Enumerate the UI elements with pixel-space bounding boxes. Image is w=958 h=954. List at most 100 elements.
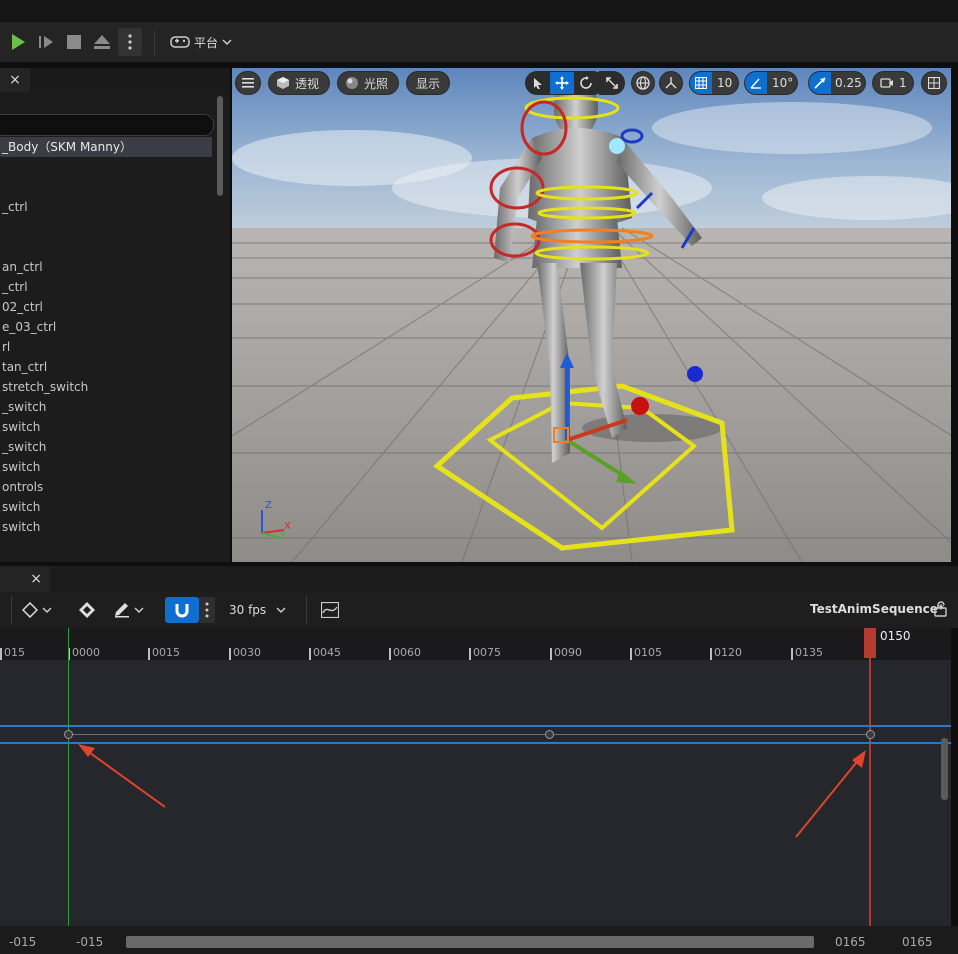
camera-speed-button[interactable]: 1 bbox=[873, 72, 913, 94]
curve-editor-button[interactable] bbox=[320, 600, 340, 620]
ruler-tick-label: 0135 bbox=[795, 646, 823, 659]
grid-snap-button[interactable]: 10 bbox=[690, 72, 738, 94]
grid-snap-value: 10 bbox=[717, 76, 733, 90]
eject-button[interactable] bbox=[90, 28, 114, 56]
scale-tool-button[interactable] bbox=[600, 72, 624, 94]
angle-snap-value: 10° bbox=[772, 76, 794, 90]
snap-toggle-button[interactable] bbox=[165, 597, 199, 623]
play-button[interactable] bbox=[6, 28, 30, 56]
platform-label: 平台 bbox=[194, 35, 219, 50]
outliner-item[interactable] bbox=[0, 157, 212, 177]
key-button[interactable] bbox=[22, 600, 58, 620]
ruler-tick-label: 0105 bbox=[634, 646, 662, 659]
ruler-tick bbox=[0, 648, 2, 660]
range-end-inner[interactable]: 0165 bbox=[835, 935, 866, 949]
scale-icon bbox=[606, 77, 618, 89]
outliner-item[interactable]: switch bbox=[0, 417, 212, 437]
angle-snap-button[interactable]: 10° bbox=[745, 72, 797, 94]
fps-dropdown[interactable]: 30 fps bbox=[229, 601, 286, 619]
outliner-item[interactable]: an_ctrl bbox=[0, 257, 212, 277]
outliner-item[interactable]: tan_ctrl bbox=[0, 357, 212, 377]
world-space-button[interactable] bbox=[632, 72, 654, 94]
viewport-scene bbox=[232, 68, 951, 562]
viewport-layout-button[interactable] bbox=[922, 72, 946, 94]
ruler-tick bbox=[229, 648, 231, 660]
ruler-tick bbox=[630, 648, 632, 660]
chevron-down-icon bbox=[134, 607, 144, 614]
outliner-item[interactable]: ontrols bbox=[0, 477, 212, 497]
lighting-label: 光照 bbox=[364, 76, 389, 91]
outliner-item[interactable]: _ctrl bbox=[0, 277, 212, 297]
track-scrollbar[interactable] bbox=[941, 738, 948, 800]
outliner-item[interactable]: switch bbox=[0, 517, 212, 537]
select-tool-button[interactable] bbox=[526, 72, 550, 94]
translate-tool-button[interactable] bbox=[550, 72, 574, 94]
perspective-button[interactable]: 透视 bbox=[269, 72, 329, 94]
outliner-item[interactable]: _switch bbox=[0, 437, 212, 457]
surface-snap-icon bbox=[665, 77, 677, 89]
cursor-icon bbox=[534, 77, 542, 89]
outliner-item[interactable]: e_03_ctrl bbox=[0, 317, 212, 337]
auto-key-button[interactable] bbox=[77, 600, 97, 620]
axis-z-label: Z bbox=[265, 500, 272, 511]
outliner-item[interactable]: _switch bbox=[0, 397, 212, 417]
ruler-tick-label: 0075 bbox=[473, 646, 501, 659]
outliner-close-button[interactable]: × bbox=[0, 68, 30, 92]
fps-label: 30 fps bbox=[229, 603, 267, 617]
outliner-list: _Body（SKM Manny） _ctrl an_ctrl _ctrl 02_ctrl… bbox=[0, 137, 212, 537]
range-end-outer[interactable]: 0165 bbox=[902, 935, 933, 949]
outliner-scrollbar[interactable] bbox=[217, 96, 223, 196]
auto-key-icon bbox=[79, 602, 95, 618]
sequencer-tabbar bbox=[0, 566, 958, 592]
stop-button[interactable] bbox=[62, 28, 86, 56]
outliner-item[interactable]: switch bbox=[0, 457, 212, 477]
playhead-frame-label: 0150 bbox=[880, 629, 911, 643]
outliner-item[interactable]: _Body（SKM Manny） bbox=[0, 137, 212, 157]
rotate-icon bbox=[580, 76, 592, 89]
title-strip bbox=[0, 0, 958, 22]
gamepad-icon bbox=[170, 36, 190, 48]
outliner-search-input[interactable] bbox=[0, 114, 214, 136]
outliner-item[interactable]: rl bbox=[0, 337, 212, 357]
platform-dropdown[interactable]: 平台 bbox=[170, 28, 240, 56]
outliner-item[interactable]: stretch_switch bbox=[0, 377, 212, 397]
snap-options-button[interactable] bbox=[199, 597, 215, 623]
viewport-menu-button[interactable] bbox=[236, 72, 260, 94]
diamond-key-icon bbox=[22, 602, 38, 618]
lock-button[interactable] bbox=[934, 601, 950, 619]
range-start-outer[interactable]: -015 bbox=[9, 935, 36, 949]
outliner-item[interactable] bbox=[0, 177, 212, 197]
edit-mode-button[interactable] bbox=[113, 600, 151, 620]
outliner-item[interactable]: 02_ctrl bbox=[0, 297, 212, 317]
sequence-name: TestAnimSequence* bbox=[810, 602, 945, 616]
step-button[interactable] bbox=[34, 28, 58, 56]
angle-icon bbox=[750, 78, 761, 89]
sphere-icon bbox=[346, 77, 358, 89]
outliner-item[interactable] bbox=[0, 237, 212, 257]
toolbar-divider bbox=[306, 596, 307, 624]
more-vertical-icon bbox=[205, 602, 209, 618]
show-button[interactable]: 显示 bbox=[407, 72, 449, 94]
ruler-tick-label: 0045 bbox=[313, 646, 341, 659]
play-options-button[interactable] bbox=[118, 28, 142, 56]
more-vertical-icon bbox=[128, 34, 132, 50]
axis-y-label: Y bbox=[280, 531, 286, 541]
outliner-item[interactable] bbox=[0, 217, 212, 237]
outliner-item[interactable]: switch bbox=[0, 497, 212, 517]
surface-snap-button[interactable] bbox=[660, 72, 682, 94]
rotate-tool-button[interactable] bbox=[574, 72, 598, 94]
outliner-item[interactable]: _ctrl bbox=[0, 197, 212, 217]
level-viewport[interactable]: Z X Y 透视 光照 显示 10 10° 0.25 1 bbox=[232, 68, 951, 562]
lighting-button[interactable]: 光照 bbox=[338, 72, 398, 94]
sequencer-close-button[interactable]: × bbox=[0, 566, 50, 592]
range-start-inner[interactable]: -015 bbox=[76, 935, 103, 949]
stop-icon bbox=[67, 35, 81, 49]
ruler-tick bbox=[550, 648, 552, 660]
horizontal-scrollbar[interactable] bbox=[126, 936, 814, 948]
sequencer-toolbar: 30 fps TestAnimSequence* bbox=[0, 592, 958, 628]
hamburger-icon bbox=[242, 78, 254, 88]
grid-icon bbox=[695, 77, 707, 89]
outliner-tabbar bbox=[0, 68, 230, 92]
scale-snap-button[interactable]: 0.25 bbox=[809, 72, 865, 94]
globe-icon bbox=[636, 76, 650, 90]
